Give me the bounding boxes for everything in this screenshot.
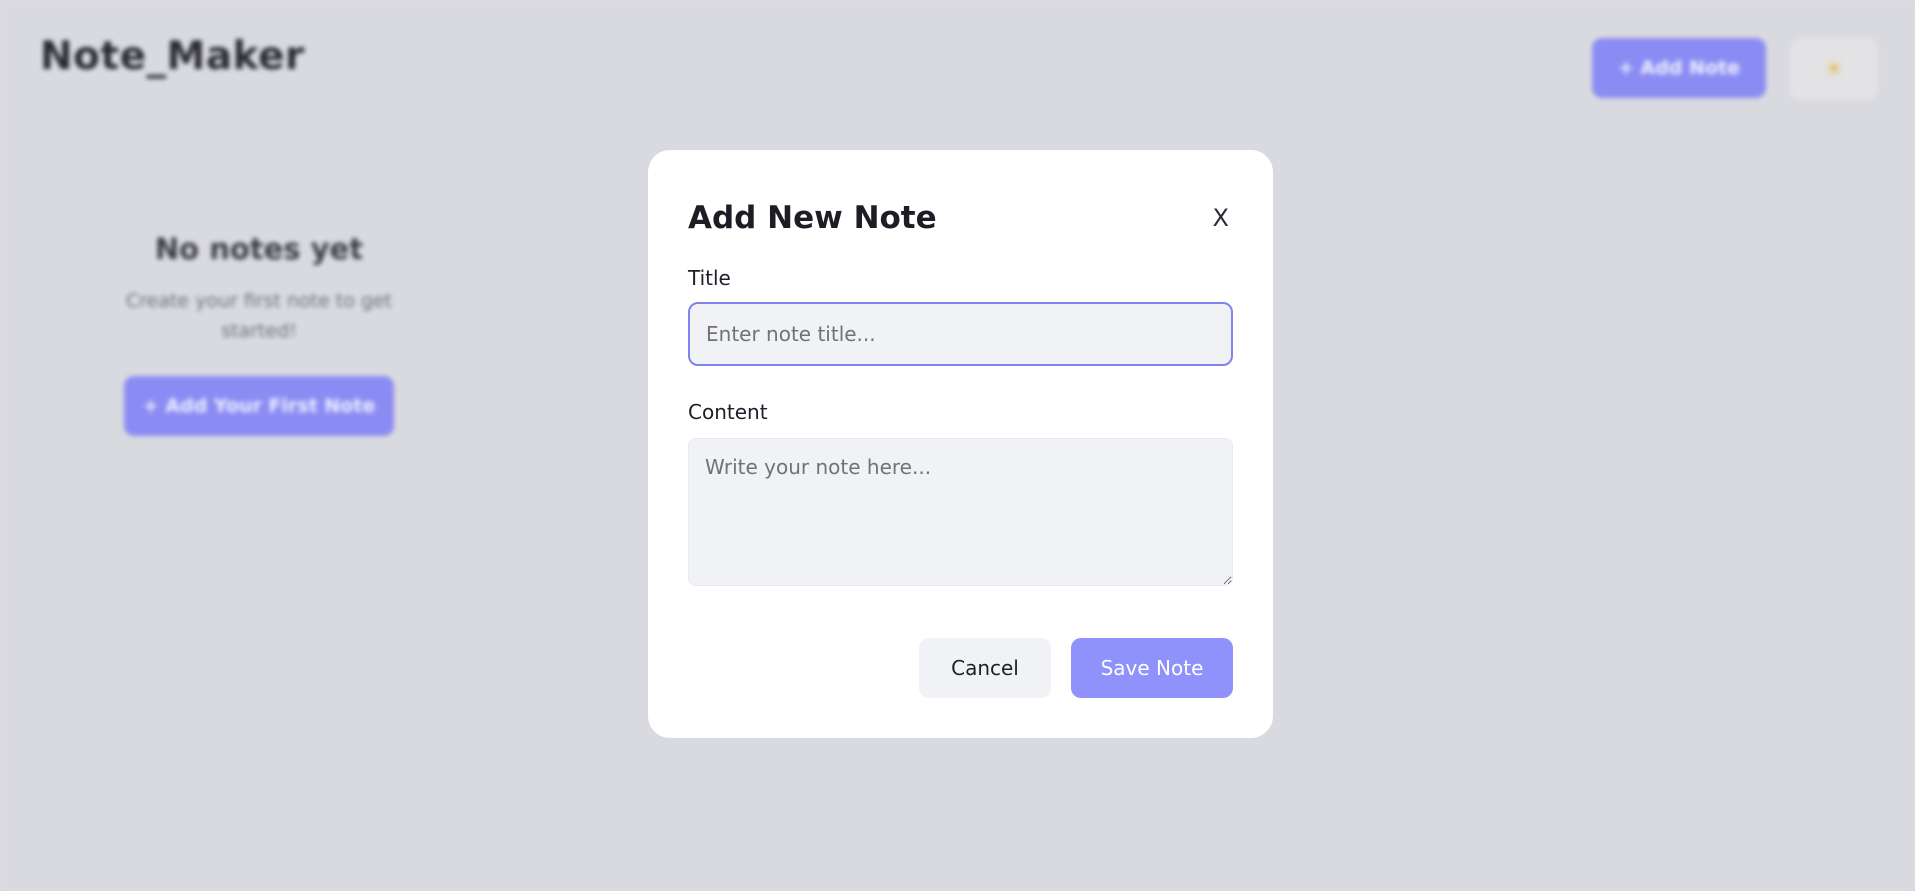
header-add-note-button: + Add Note xyxy=(1592,38,1766,98)
content-field-label: Content xyxy=(688,400,768,424)
note-title-input[interactable] xyxy=(688,302,1233,366)
add-note-modal: Add New Note X Title Content Cancel Save… xyxy=(648,150,1273,738)
modal-actions: Cancel Save Note xyxy=(919,638,1233,698)
empty-state-subtitle: Create your first note to get started! xyxy=(125,290,393,342)
title-field-label: Title xyxy=(688,266,731,290)
brand-logo: Note_Maker xyxy=(40,34,305,79)
note-content-textarea[interactable] xyxy=(688,438,1233,586)
modal-title: Add New Note xyxy=(688,200,937,236)
theme-toggle-button: ☀ xyxy=(1790,38,1878,100)
modal-header: Add New Note X xyxy=(688,190,1233,246)
close-button[interactable]: X xyxy=(1213,204,1233,232)
empty-state: No notes yet Create your first note to g… xyxy=(100,232,418,436)
cancel-button[interactable]: Cancel xyxy=(919,638,1051,698)
save-note-button[interactable]: Save Note xyxy=(1071,638,1233,698)
add-first-note-button: + Add Your First Note xyxy=(124,376,394,436)
sun-icon: ☀ xyxy=(1823,55,1845,83)
empty-state-title: No notes yet xyxy=(154,232,364,266)
